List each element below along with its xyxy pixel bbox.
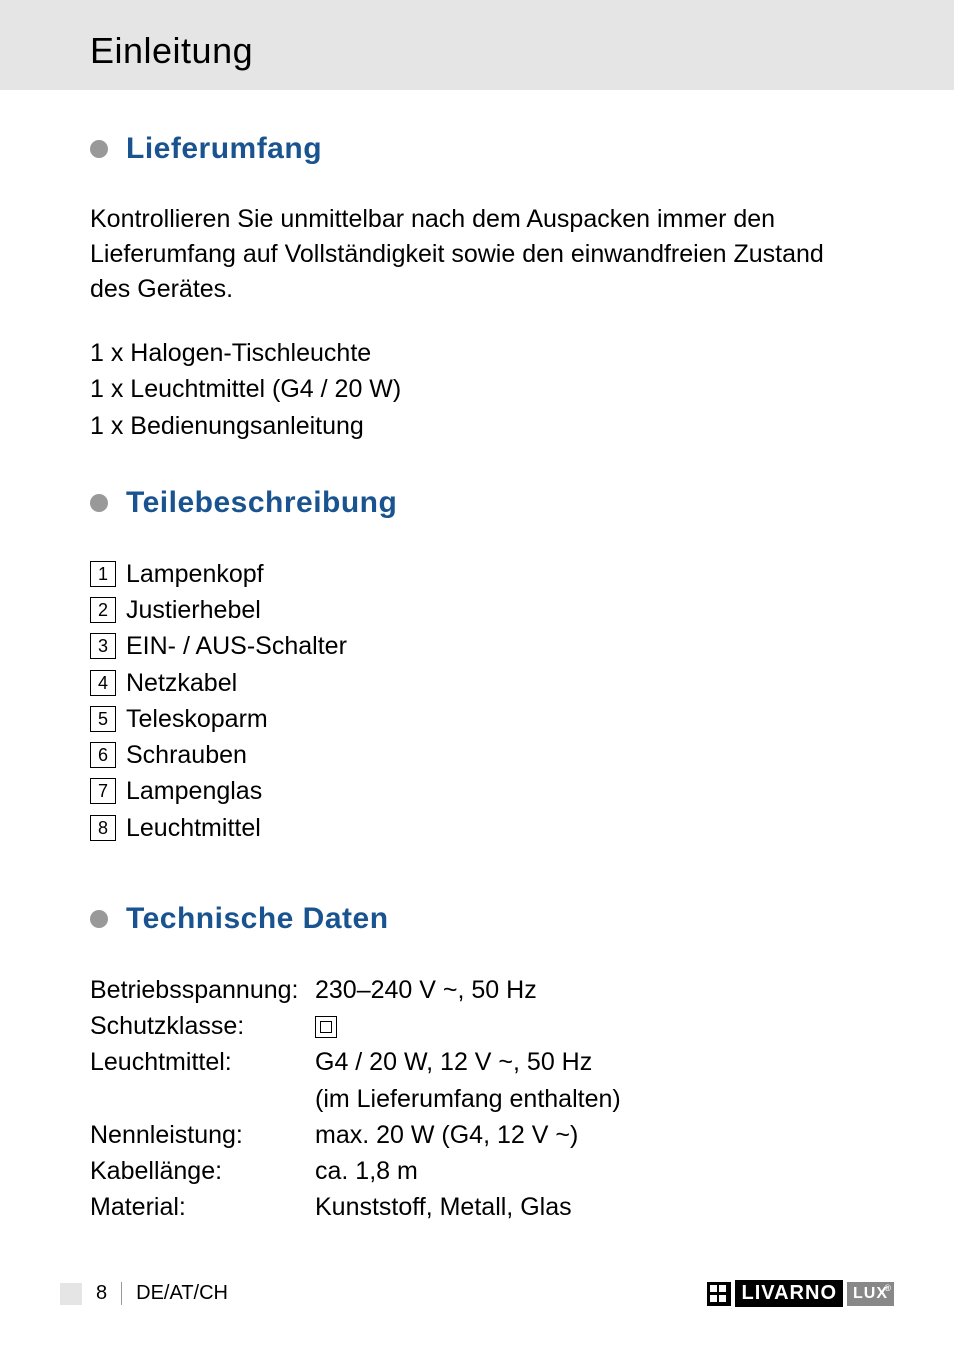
section-heading-teilebeschreibung: Teilebeschreibung [90,486,864,520]
bullet-icon [90,494,108,512]
tech-value: 230–240 V ~, 50 Hz [315,972,537,1008]
list-item: 1 x Bedienungsanleitung [90,408,864,444]
part-number-box: 7 [90,778,116,804]
part-label: Schrauben [126,737,247,773]
part-row: 7 Lampenglas [90,773,864,809]
page-language: DE/AT/CH [121,1282,228,1305]
part-row: 3 EIN- / AUS-Schalter [90,628,864,664]
part-number-box: 4 [90,670,116,696]
tech-data-table: Betriebsspannung: 230–240 V ~, 50 Hz Sch… [90,972,864,1226]
page-header: Einleitung [0,0,954,90]
list-item: 1 x Leuchtmittel (G4 / 20 W) [90,371,864,407]
tech-key [90,1081,315,1117]
page-title: Einleitung [90,30,954,72]
tech-value: (im Lieferumfang enthalten) [315,1081,621,1117]
tech-row: Betriebsspannung: 230–240 V ~, 50 Hz [90,972,864,1008]
page-content: Lieferumfang Kontrollieren Sie unmittelb… [0,132,954,1226]
tech-value: Kunststoff, Metall, Glas [315,1189,572,1225]
tech-row: Schutzklasse: [90,1008,864,1044]
tech-value [315,1008,337,1044]
tech-value: ca. 1,8 m [315,1153,418,1189]
intro-paragraph: Kontrollieren Sie unmittelbar nach dem A… [90,202,864,307]
class2-icon [315,1016,337,1038]
brand-grid-icon [707,1282,731,1306]
brand-name: LIVARNO [735,1280,843,1307]
tech-key: Schutzklasse: [90,1008,315,1044]
section-heading-lieferumfang: Lieferumfang [90,132,864,166]
part-label: Lampenglas [126,773,262,809]
part-label: Leuchtmittel [126,810,261,846]
tech-key: Nennleistung: [90,1117,315,1153]
brand-sub: LUX® [847,1282,894,1306]
bullet-icon [90,910,108,928]
tech-key: Kabellänge: [90,1153,315,1189]
bullet-icon [90,140,108,158]
part-label: Teleskoparm [126,701,268,737]
list-item: 1 x Halogen-Tischleuchte [90,335,864,371]
footer-box-icon [60,1283,82,1305]
section-title: Lieferumfang [126,132,322,166]
section-title: Technische Daten [126,902,389,936]
tech-row: Kabellänge: ca. 1,8 m [90,1153,864,1189]
package-contents-list: 1 x Halogen-Tischleuchte 1 x Leuchtmitte… [90,335,864,444]
part-label: EIN- / AUS-Schalter [126,628,347,664]
part-row: 1 Lampenkopf [90,556,864,592]
part-number-box: 1 [90,561,116,587]
part-row: 6 Schrauben [90,737,864,773]
part-row: 2 Justierhebel [90,592,864,628]
tech-key: Betriebsspannung: [90,972,315,1008]
part-row: 8 Leuchtmittel [90,810,864,846]
tech-row: Nennleistung: max. 20 W (G4, 12 V ~) [90,1117,864,1153]
page-footer: 8 DE/AT/CH LIVARNO LUX® [0,1280,954,1307]
page-number: 8 [96,1282,107,1305]
tech-key: Leuchtmittel: [90,1044,315,1080]
part-number-box: 5 [90,706,116,732]
part-row: 5 Teleskoparm [90,701,864,737]
part-label: Justierhebel [126,592,261,628]
brand-logo: LIVARNO LUX® [707,1280,894,1307]
part-number-box: 2 [90,597,116,623]
part-number-box: 6 [90,742,116,768]
part-row: 4 Netzkabel [90,665,864,701]
brand-sub-text: LUX [853,1285,888,1302]
footer-left: 8 DE/AT/CH [60,1282,228,1305]
parts-list: 1 Lampenkopf 2 Justierhebel 3 EIN- / AUS… [90,556,864,846]
tech-value: G4 / 20 W, 12 V ~, 50 Hz [315,1044,592,1080]
tech-row: (im Lieferumfang enthalten) [90,1081,864,1117]
tech-row: Material: Kunststoff, Metall, Glas [90,1189,864,1225]
section-title: Teilebeschreibung [126,486,397,520]
tech-value: max. 20 W (G4, 12 V ~) [315,1117,578,1153]
section-heading-technische-daten: Technische Daten [90,902,864,936]
part-number-box: 8 [90,815,116,841]
part-label: Lampenkopf [126,556,264,592]
part-label: Netzkabel [126,665,237,701]
tech-key: Material: [90,1189,315,1225]
part-number-box: 3 [90,633,116,659]
tech-row: Leuchtmittel: G4 / 20 W, 12 V ~, 50 Hz [90,1044,864,1080]
